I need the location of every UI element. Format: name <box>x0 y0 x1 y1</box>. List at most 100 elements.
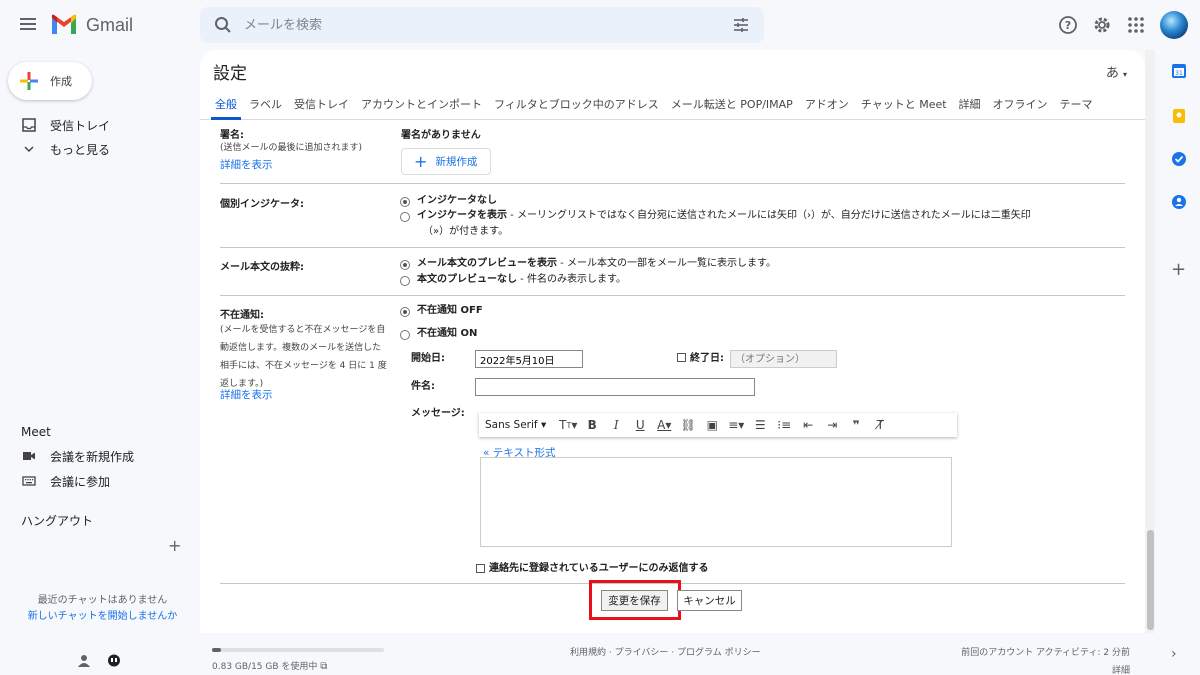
tab-inbox[interactable]: 受信トレイ <box>290 92 353 120</box>
remove-formatting-icon[interactable]: T̸ <box>868 415 892 435</box>
sidebar-item-new-meeting[interactable]: 会議を新規作成 <box>0 444 195 468</box>
search-icon[interactable] <box>214 16 232 34</box>
calendar-icon[interactable]: 31 <box>1171 63 1187 79</box>
contacts-only-label: 連絡先に登録されているユーザーにのみ返信する <box>489 563 709 574</box>
indent-more-icon[interactable]: ⇥ <box>820 415 844 435</box>
footer-links[interactable]: 利用規約 · プライバシー · プログラム ポリシー <box>570 645 761 658</box>
meet-section-title: Meet <box>21 425 51 439</box>
person-icon[interactable] <box>76 654 92 668</box>
search-options-icon[interactable] <box>732 16 750 34</box>
snippets-on-radio[interactable] <box>400 260 410 270</box>
main-menu-button[interactable] <box>18 15 38 35</box>
indicators-label: 個別インジケータ: <box>220 199 304 210</box>
start-new-chat-link[interactable]: 新しいチャットを開始しませんか <box>0 607 205 622</box>
indicators-on-radio[interactable] <box>400 212 410 222</box>
snippets-off-radio[interactable] <box>400 276 410 286</box>
bold-icon[interactable]: B <box>580 415 604 435</box>
vacation-desc-line: (メールを受信すると不在メッセージを自 <box>220 325 386 335</box>
sidebar-item-more[interactable]: もっと見る <box>0 137 195 161</box>
storage-usage-fill <box>212 648 222 652</box>
subject-input[interactable] <box>475 378 755 396</box>
indicators-on-description: - メーリングリストではなく自分宛に送信されたメールには矢印（›）が、自分だけに… <box>507 210 1031 221</box>
footer-activity: 前回のアカウント アクティビティ: 2 分前 詳細 <box>950 645 1130 675</box>
account-avatar[interactable] <box>1160 11 1188 39</box>
tab-forwarding-pop-imap[interactable]: メール転送と POP/IMAP <box>667 92 797 120</box>
compose-button[interactable]: 作成 <box>8 62 92 100</box>
font-size-icon[interactable]: T T ▾ <box>556 415 580 435</box>
align-icon[interactable]: ≡▾ <box>724 415 748 435</box>
indicators-on-label: インジケータを表示 <box>417 210 507 221</box>
start-date-input[interactable] <box>475 350 583 368</box>
signature-description: (送信メールの最後に追加されます) <box>220 143 363 153</box>
font-family-label: Sans Serif <box>485 419 538 431</box>
message-label: メッセージ: <box>411 408 465 419</box>
tab-labels[interactable]: ラベル <box>245 92 286 120</box>
tasks-icon[interactable] <box>1171 151 1187 167</box>
tab-accounts-import[interactable]: アカウントとインポート <box>357 92 486 120</box>
tab-themes[interactable]: テーマ <box>1056 92 1097 120</box>
activity-details-link[interactable]: 詳細 <box>950 663 1130 675</box>
font-family-select[interactable]: Sans Serif ▾ <box>485 419 546 431</box>
vacation-details-link[interactable]: 詳細を表示 <box>220 387 273 402</box>
indicators-off-radio[interactable] <box>400 197 410 207</box>
link-icon[interactable]: ⛓ <box>676 415 700 435</box>
app-name: Gmail <box>86 14 134 35</box>
compose-label: 作成 <box>50 75 72 88</box>
svg-text:31: 31 <box>1175 70 1183 77</box>
open-external-icon[interactable]: ⧉ <box>320 661 327 672</box>
search-input[interactable] <box>244 13 704 37</box>
end-date-checkbox[interactable] <box>677 353 686 362</box>
help-icon[interactable]: ? <box>1057 14 1079 36</box>
vacation-on-radio[interactable] <box>400 330 410 340</box>
hangouts-icon[interactable] <box>106 654 122 668</box>
get-addons-plus-icon[interactable]: + <box>1171 261 1187 279</box>
vacation-off-radio[interactable] <box>400 307 410 317</box>
italic-icon[interactable]: I <box>604 415 628 435</box>
new-hangout-plus-icon[interactable]: + <box>168 536 181 555</box>
signature-status: 署名がありません <box>401 130 481 141</box>
signature-details-link[interactable]: 詳細を表示 <box>220 157 273 172</box>
quote-icon[interactable]: ❞ <box>844 415 868 435</box>
cancel-button[interactable]: キャンセル <box>677 590 742 611</box>
tab-advanced[interactable]: 詳細 <box>955 92 985 120</box>
bulleted-list-icon[interactable]: ⁝≡ <box>772 415 796 435</box>
input-tools-button[interactable]: あ ▾ <box>1106 62 1127 81</box>
sidebar-item-inbox[interactable]: 受信トレイ <box>0 113 195 137</box>
settings-tabs: 全般 ラベル 受信トレイ アカウントとインポート フィルタとブロック中のアドレス… <box>200 92 1145 120</box>
message-body-editor[interactable] <box>480 457 952 547</box>
end-date-input[interactable] <box>730 350 837 368</box>
vacation-label: 不在通知: <box>220 310 264 321</box>
sidebar-item-label: 受信トレイ <box>50 118 111 133</box>
tab-filters-blocked[interactable]: フィルタとブロック中のアドレス <box>490 92 663 120</box>
inbox-icon <box>22 118 36 132</box>
divider <box>220 247 1125 248</box>
text-color-icon[interactable]: A▾ <box>652 415 676 435</box>
new-signature-button[interactable]: + 新規作成 <box>401 148 491 175</box>
tab-offline[interactable]: オフライン <box>989 92 1052 120</box>
expand-side-panel-icon[interactable]: › <box>1171 646 1187 662</box>
contacts-only-checkbox[interactable] <box>476 564 485 573</box>
compose-plus-icon <box>20 72 38 90</box>
gmail-m-icon <box>52 14 76 34</box>
settings-gear-icon[interactable] <box>1091 14 1113 36</box>
contacts-icon[interactable] <box>1171 194 1187 210</box>
indicators-off-label: インジケータなし <box>417 195 497 206</box>
vacation-on-label: 不在通知 ON <box>417 328 478 339</box>
tab-general[interactable]: 全般 <box>211 92 241 120</box>
indent-less-icon[interactable]: ⇤ <box>796 415 820 435</box>
tab-chat-meet[interactable]: チャットと Meet <box>857 92 951 120</box>
save-changes-button[interactable]: 変更を保存 <box>601 590 668 611</box>
keep-icon[interactable] <box>1171 108 1187 124</box>
image-icon[interactable]: ▣ <box>700 415 724 435</box>
gmail-logo[interactable]: Gmail <box>50 13 133 37</box>
storage-usage-bar <box>212 648 384 652</box>
storage-usage-text: 0.83 GB/15 GB を使用中 ⧉ <box>212 659 327 672</box>
sidebar-item-join-meeting[interactable]: 会議に参加 <box>0 469 195 493</box>
search-bar <box>200 7 764 43</box>
numbered-list-icon[interactable]: ☰ <box>748 415 772 435</box>
tab-addons[interactable]: アドオン <box>801 92 853 120</box>
underline-icon[interactable]: U <box>628 415 652 435</box>
scrollbar-thumb[interactable] <box>1147 530 1154 630</box>
sidebar-item-label: 会議を新規作成 <box>50 449 135 464</box>
apps-grid-icon[interactable] <box>1125 14 1147 36</box>
